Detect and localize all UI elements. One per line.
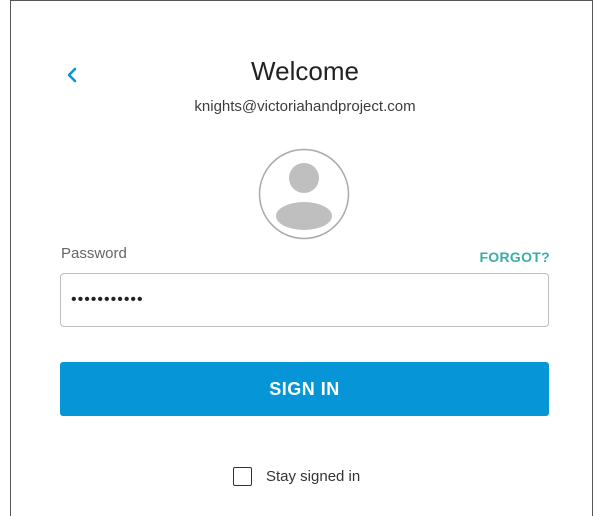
password-field[interactable]: ••••••••••• [60,273,549,327]
avatar [258,148,350,240]
account-email: knights@victoriahandproject.com [194,98,416,115]
sign-in-label: SIGN IN [269,378,340,399]
stay-signed-in-toggle[interactable]: Stay signed in [233,467,360,486]
sign-in-button[interactable]: SIGN IN [60,362,549,416]
stay-signed-in-label: Stay signed in [266,468,361,485]
password-label: Password [61,245,127,262]
stay-signed-in-checkbox[interactable] [233,467,252,486]
password-masked-value: ••••••••••• [71,291,144,308]
forgot-password-link[interactable]: FORGOT? [479,249,550,265]
user-avatar-icon [258,148,350,240]
login-page: Welcome knights@victoriahandproject.com … [0,0,595,516]
page-title: Welcome [251,56,359,86]
